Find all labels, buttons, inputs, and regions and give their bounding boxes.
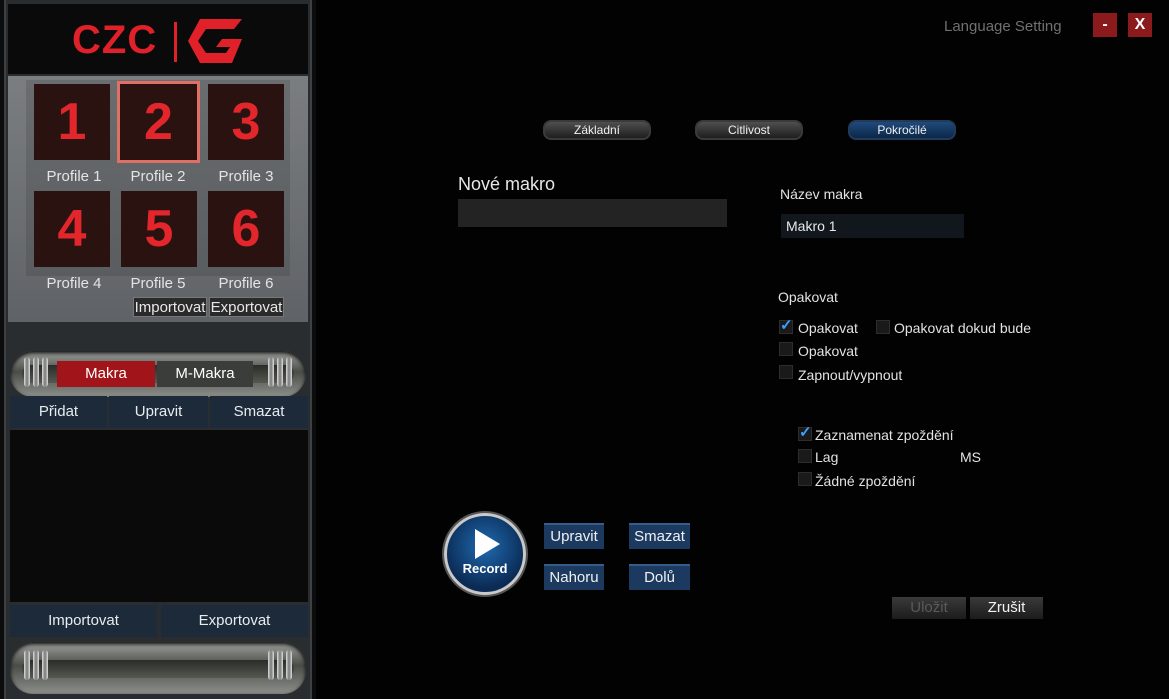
profile-number: 4 bbox=[57, 200, 87, 258]
no-delay-checkbox[interactable] bbox=[798, 472, 812, 486]
save-button[interactable]: Uložit bbox=[892, 597, 966, 619]
profile-tile-4[interactable]: 4 bbox=[34, 191, 110, 267]
profile-number: 5 bbox=[144, 200, 174, 258]
tab-m-makra[interactable]: M-Makra bbox=[157, 361, 253, 387]
tab-zakladni[interactable]: Základní bbox=[543, 120, 651, 140]
profile-number: 1 bbox=[57, 93, 87, 151]
profile-tile-3[interactable]: 3 bbox=[208, 84, 284, 160]
record-delay-label: Zaznamenat zpoždění bbox=[815, 427, 954, 443]
bottom-rail bbox=[10, 642, 306, 694]
profile-label-2: Profile 2 bbox=[130, 168, 186, 185]
edit-step-button[interactable]: Upravit bbox=[544, 523, 604, 549]
edit-macro-button[interactable]: Upravit bbox=[109, 396, 208, 428]
profile-tile-1[interactable]: 1 bbox=[34, 84, 110, 160]
lag-checkbox[interactable] bbox=[798, 449, 812, 463]
profile-label-5: Profile 5 bbox=[130, 275, 186, 292]
logo-divider bbox=[174, 22, 177, 62]
move-up-button[interactable]: Nahoru bbox=[544, 564, 604, 590]
tab-citlivost[interactable]: Citlivost bbox=[695, 120, 803, 140]
profile-label-3: Profile 3 bbox=[218, 168, 274, 185]
sidebar: CZC 1 Profile 1 2 Profile 2 3 Profile 3 … bbox=[0, 0, 316, 699]
czc-logo-text: CZC bbox=[72, 18, 158, 62]
delete-macro-button[interactable]: Smazat bbox=[210, 396, 308, 428]
no-delay-label: Žádné zpoždění bbox=[815, 473, 916, 489]
macro-list[interactable] bbox=[10, 430, 308, 602]
repeat-until-label: Opakovat dokud bude bbox=[894, 320, 1031, 336]
repeat-section-label: Opakovat bbox=[778, 289, 838, 305]
macro-export-button[interactable]: Exportovat bbox=[161, 605, 308, 637]
add-macro-button[interactable]: Přidat bbox=[10, 396, 107, 428]
repeat-count-checkbox[interactable] bbox=[779, 342, 793, 356]
macro-name-input[interactable] bbox=[781, 214, 964, 238]
delay-unit-label: MS bbox=[960, 449, 981, 465]
tab-makra[interactable]: Makra bbox=[57, 361, 155, 387]
record-label: Record bbox=[462, 561, 508, 576]
profile-import-button[interactable]: Importovat bbox=[133, 297, 207, 317]
macro-steps-header[interactable] bbox=[458, 199, 727, 227]
profile-number: 3 bbox=[231, 93, 261, 151]
tab-pokrocile[interactable]: Pokročilé bbox=[848, 120, 956, 140]
new-macro-title: Nové makro bbox=[458, 174, 556, 194]
repeat-option-label: Opakovat bbox=[798, 320, 858, 336]
repeat-checkbox[interactable] bbox=[779, 316, 793, 334]
play-icon bbox=[475, 529, 500, 559]
toggle-label: Zapnout/vypnout bbox=[798, 367, 903, 383]
logo-bar bbox=[8, 4, 308, 74]
language-setting-link[interactable]: Language Setting bbox=[944, 18, 1062, 35]
repeat-count-label: Opakovat bbox=[798, 343, 858, 359]
profile-export-button[interactable]: Exportovat bbox=[209, 297, 284, 317]
move-down-button[interactable]: Dolů bbox=[629, 564, 690, 590]
profile-label-6: Profile 6 bbox=[218, 275, 274, 292]
profile-tile-5[interactable]: 5 bbox=[121, 191, 197, 267]
cancel-button[interactable]: Zrušit bbox=[970, 597, 1043, 619]
profile-label-1: Profile 1 bbox=[46, 168, 102, 185]
delete-step-button[interactable]: Smazat bbox=[629, 523, 690, 549]
close-button[interactable]: X bbox=[1128, 13, 1152, 37]
lag-label: Lag bbox=[815, 449, 839, 465]
minimize-button[interactable]: - bbox=[1093, 13, 1117, 37]
toggle-checkbox[interactable] bbox=[779, 365, 793, 379]
macro-name-label: Název makra bbox=[780, 186, 863, 202]
profile-tile-2[interactable]: 2 bbox=[117, 81, 200, 163]
record-delay-checkbox[interactable] bbox=[798, 423, 812, 441]
profile-number: 6 bbox=[231, 200, 261, 258]
czc-g-logo-icon bbox=[188, 19, 242, 63]
repeat-until-checkbox[interactable] bbox=[876, 320, 890, 334]
profile-label-4: Profile 4 bbox=[46, 275, 102, 292]
profile-tile-6[interactable]: 6 bbox=[208, 191, 284, 267]
profile-number: 2 bbox=[144, 93, 173, 151]
macro-import-button[interactable]: Importovat bbox=[10, 605, 157, 637]
